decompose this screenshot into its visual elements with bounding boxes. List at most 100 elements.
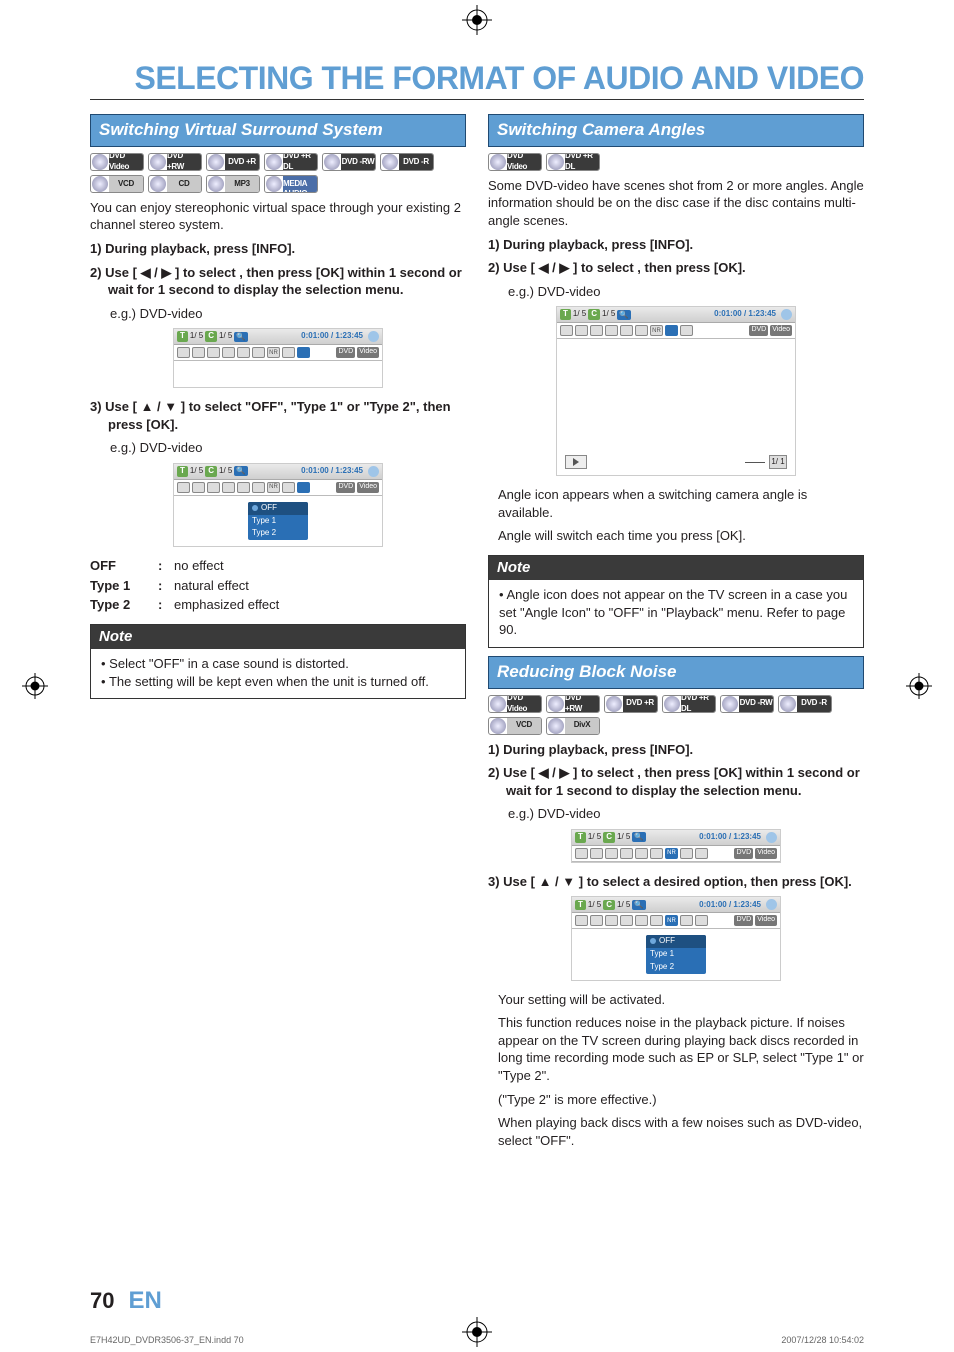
osd-menu-type1: Type 1 xyxy=(646,948,706,961)
osd-vss-1: T 1/ 5 C 1/ 5 🔍 0:01:00 / 1:23:45 NR xyxy=(173,328,383,388)
disc-row-1: DVD Video DVD +RW DVD +R DVD +R DL DVD -… xyxy=(90,153,466,171)
osd-icon xyxy=(575,848,588,859)
osd-surround-icon xyxy=(297,347,310,358)
osd-search-icon: 🔍 xyxy=(632,832,645,842)
osd-chapter-count: 1/ 5 xyxy=(617,900,630,911)
osd-title-count: 1/ 5 xyxy=(573,309,586,320)
noise-step3: 3) Use [ ▲ / ▼ ] to select a desired opt… xyxy=(488,874,852,889)
osd-c-icon: C xyxy=(205,331,217,342)
osd-time: 0:01:00 / 1:23:45 xyxy=(301,466,363,477)
section-block-noise: Reducing Block Noise xyxy=(488,656,864,689)
osd-search-icon: 🔍 xyxy=(632,900,645,910)
osd-t-icon: T xyxy=(177,466,188,477)
osd-noise-2: T 1/ 5 C 1/ 5 🔍 0:01:00 / 1:23:45 NR xyxy=(571,896,781,980)
disc-dvd-plus-rw: DVD +RW xyxy=(148,153,202,171)
page-number-value: 70 xyxy=(90,1288,114,1314)
noise-body2: ("Type 2" is more effective.) xyxy=(488,1091,864,1109)
osd-time: 0:01:00 / 1:23:45 xyxy=(301,331,363,342)
osd-t-icon: T xyxy=(575,832,586,843)
vss-step2: 2) Use [ ◀ / ▶ ] to select , then press … xyxy=(90,265,462,298)
osd-icon xyxy=(575,325,588,336)
cam-intro: Some DVD-video have scenes shot from 2 o… xyxy=(488,177,864,230)
vss-eg1: e.g.) DVD-video xyxy=(90,305,466,323)
disc-dvd-plus-r: DVD +R xyxy=(604,695,658,713)
play-indicator-icon xyxy=(565,455,587,469)
disc-dvd-plus-r-dl: DVD +R DL xyxy=(662,695,716,713)
osd-icon xyxy=(635,915,648,926)
osd-icon xyxy=(605,325,618,336)
noise-disc-row-1: DVD Video DVD +RW DVD +R DVD +R DL DVD -… xyxy=(488,695,864,713)
osd-chapter-count: 1/ 5 xyxy=(219,466,232,477)
disc-dvd-video: DVD Video xyxy=(488,695,542,713)
note-head: Note xyxy=(91,625,465,649)
osd-time: 0:01:00 / 1:23:45 xyxy=(699,900,761,911)
osd-icon xyxy=(252,482,265,493)
note-head: Note xyxy=(489,556,863,580)
osd-video-tag: Video xyxy=(755,848,777,859)
disc-cd: CD xyxy=(148,175,202,193)
osd-search-icon: 🔍 xyxy=(234,466,247,476)
disc-dvd-minus-r: DVD -R xyxy=(380,153,434,171)
angle-indicator-icon: 1/ 1 xyxy=(769,455,787,469)
osd-chapter-count: 1/ 5 xyxy=(617,832,630,843)
osd-nr-icon: NR xyxy=(650,325,663,336)
osd-icon xyxy=(560,325,573,336)
disc-dvd-minus-r: DVD -R xyxy=(778,695,832,713)
osd-vss-2: T 1/ 5 C 1/ 5 🔍 0:01:00 / 1:23:45 NR xyxy=(173,463,383,547)
osd-icon xyxy=(177,347,190,358)
disc-dvd-plus-rw: DVD +RW xyxy=(546,695,600,713)
osd-icon xyxy=(680,848,693,859)
osd-title-count: 1/ 5 xyxy=(190,331,203,342)
vss-step1: 1) During playback, press [INFO]. xyxy=(90,241,295,256)
osd-disc-icon xyxy=(781,309,792,320)
disc-divx: DivX xyxy=(546,717,600,735)
osd-t-icon: T xyxy=(560,309,571,320)
cam-eg: e.g.) DVD-video xyxy=(488,283,864,301)
disc-wma: WINDOWS MEDIA AUDIO xyxy=(264,175,318,193)
noise-step2: 2) Use [ ◀ / ▶ ] to select , then press … xyxy=(488,765,860,798)
osd-video-tag: Video xyxy=(770,325,792,336)
registration-mark-bottom xyxy=(462,1317,492,1347)
noise-disc-row-2: VCD DivX xyxy=(488,717,864,735)
osd-angle-icon xyxy=(665,325,678,336)
osd-nr-icon: NR xyxy=(665,915,678,926)
osd-disc-icon xyxy=(766,832,777,843)
note-item: Select "OFF" in a case sound is distorte… xyxy=(101,655,455,673)
osd-dvd-tag: DVD xyxy=(336,482,355,493)
footer-filename: E7H42UD_DVDR3506-37_EN.indd 70 xyxy=(90,1335,244,1345)
vss-step3: 3) Use [ ▲ / ▼ ] to select "OFF", "Type … xyxy=(90,399,451,432)
def-type2: Type 2:emphasized effect xyxy=(90,596,466,614)
registration-mark-top xyxy=(462,5,492,35)
osd-icon xyxy=(680,325,693,336)
registration-mark-right xyxy=(906,673,932,699)
osd-nr-icon: NR xyxy=(267,482,280,493)
noise-activated: Your setting will be activated. xyxy=(488,991,864,1009)
osd-menu-type2: Type 2 xyxy=(248,527,308,540)
cam-angle-line2: Angle will switch each time you press [O… xyxy=(488,527,864,545)
note-item: Angle icon does not appear on the TV scr… xyxy=(499,586,853,639)
osd-camera: T 1/ 5 C 1/ 5 🔍 0:01:00 / 1:23:45 NR xyxy=(556,306,796,476)
disc-vcd: VCD xyxy=(90,175,144,193)
osd-icon xyxy=(605,915,618,926)
noise-eg: e.g.) DVD-video xyxy=(488,805,864,823)
osd-icon xyxy=(237,482,250,493)
right-column: Switching Camera Angles DVD Video DVD +R… xyxy=(488,114,864,1155)
osd-icon xyxy=(650,915,663,926)
osd-icon xyxy=(695,915,708,926)
disc-dvd-plus-r-dl: DVD +R DL xyxy=(264,153,318,171)
osd-surround-icon xyxy=(297,482,310,493)
section-virtual-surround: Switching Virtual Surround System xyxy=(90,114,466,147)
osd-c-icon: C xyxy=(205,466,217,477)
osd-title-count: 1/ 5 xyxy=(190,466,203,477)
note-box-vss: Note Select "OFF" in a case sound is dis… xyxy=(90,624,466,699)
osd-icon xyxy=(177,482,190,493)
disc-dvd-minus-rw: DVD -RW xyxy=(720,695,774,713)
osd-icon xyxy=(620,915,633,926)
osd-icon xyxy=(605,848,618,859)
osd-icon xyxy=(635,325,648,336)
osd-menu-type2: Type 2 xyxy=(646,961,706,974)
osd-dvd-tag: DVD xyxy=(749,325,768,336)
osd-chapter-count: 1/ 5 xyxy=(602,309,615,320)
osd-menu-off: OFF xyxy=(646,935,706,948)
note-box-cam: Note Angle icon does not appear on the T… xyxy=(488,555,864,648)
